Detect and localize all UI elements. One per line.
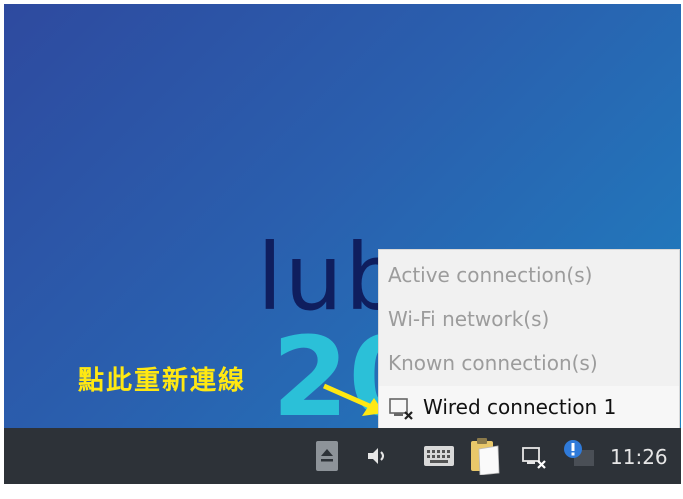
network-disconnected-icon bbox=[389, 398, 413, 420]
menu-item-wired-connection[interactable]: Wired connection 1 bbox=[379, 386, 679, 428]
clock[interactable]: 11:26 bbox=[610, 445, 668, 469]
desktop-background: lub 20 點此重新連線 Active connection(s) Wi-Fi… bbox=[4, 4, 681, 428]
menu-item-known-connections: Known connection(s) bbox=[388, 351, 598, 375]
eject-icon[interactable] bbox=[316, 441, 338, 475]
taskbar: 11:26 bbox=[4, 428, 681, 484]
clipboard-icon[interactable] bbox=[468, 437, 500, 479]
menu-item-wifi-networks: Wi-Fi network(s) bbox=[388, 307, 550, 331]
volume-icon[interactable] bbox=[366, 445, 388, 471]
network-disconnected-icon[interactable] bbox=[522, 446, 548, 474]
annotation-label: 點此重新連線 bbox=[78, 366, 247, 396]
menu-item-active-connections: Active connection(s) bbox=[388, 263, 593, 287]
screen: lub 20 點此重新連線 Active connection(s) Wi-Fi… bbox=[4, 4, 681, 484]
keyboard-icon[interactable] bbox=[424, 446, 454, 470]
network-menu: Active connection(s) Wi-Fi network(s) Kn… bbox=[378, 249, 680, 428]
notification-icon[interactable] bbox=[562, 438, 596, 476]
wired-connection-label: Wired connection 1 bbox=[423, 395, 617, 419]
